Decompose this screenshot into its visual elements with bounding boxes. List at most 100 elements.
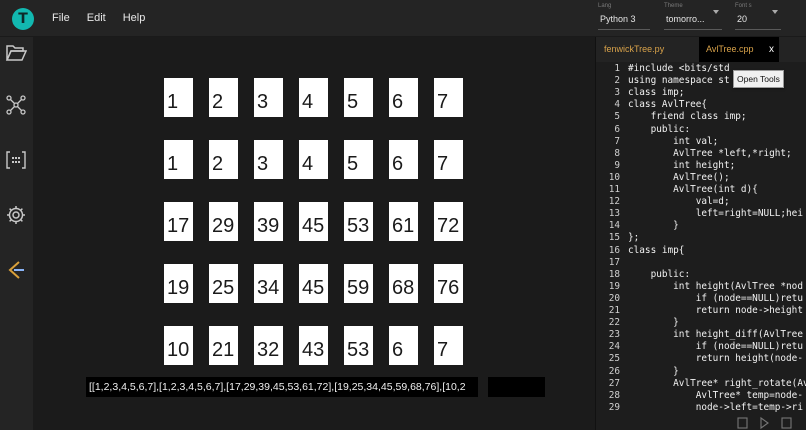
code-text: } — [628, 220, 679, 232]
code-line[interactable]: 9 int height; — [596, 160, 806, 172]
menu-help[interactable]: Help — [123, 12, 146, 24]
line-number: 11 — [608, 184, 620, 195]
line-number: 28 — [608, 389, 620, 401]
line-number: 21 — [608, 305, 620, 316]
code-line[interactable]: 13 left=right=NULL;hei — [596, 208, 806, 220]
array-brackets-icon[interactable] — [5, 149, 27, 171]
code-line[interactable]: 24 if (node==NULL)retu — [596, 341, 806, 353]
code-line[interactable]: 8 AvlTree *left,*right; — [596, 148, 806, 160]
code-line[interactable]: 16 class imp{ — [596, 245, 806, 257]
code-line[interactable]: 23 int height_diff(AvlTree — [596, 329, 806, 341]
code-line[interactable]: 22 } — [596, 317, 806, 329]
code-line[interactable]: 11 AvlTree(int d){ — [596, 184, 806, 196]
language-select[interactable]: Lang Python 3 — [598, 3, 650, 31]
stop-icon[interactable] — [781, 417, 792, 429]
theme-select[interactable]: Theme tomorro... — [664, 3, 722, 31]
line-number: 14 — [608, 220, 620, 232]
code-text: public: — [628, 123, 691, 135]
code-line[interactable]: 28 AvlTree* temp=node- — [596, 390, 806, 402]
array-cell: 45 — [299, 264, 328, 303]
code-text: return height(node- — [628, 353, 803, 365]
code-line[interactable]: 20 if (node==NULL)retu — [596, 293, 806, 305]
line-number: 15 — [608, 232, 620, 244]
graph-nodes-icon[interactable] — [5, 94, 27, 116]
code-line[interactable]: 12 val=d; — [596, 196, 806, 208]
code-line[interactable]: 18 public: — [596, 269, 806, 281]
code-line[interactable]: 27 AvlTree* right_rotate(Av — [596, 378, 806, 390]
code-line[interactable]: 21 return node->height — [596, 305, 806, 317]
code-line[interactable]: 10 AvlTree(); — [596, 172, 806, 184]
code-line[interactable]: 17 — [596, 257, 806, 269]
chevron-down-icon[interactable] — [713, 10, 719, 14]
tab-fenwicktree[interactable]: fenwickTree.py — [604, 37, 694, 62]
code-line[interactable]: 5 friend class imp; — [596, 111, 806, 123]
code-line[interactable]: 29 node->left=temp->ri — [596, 402, 806, 414]
line-number: 26 — [608, 365, 620, 377]
array-cell: 53 — [344, 202, 373, 241]
line-number: 8 — [614, 147, 620, 159]
language-select-label: Lang — [598, 3, 612, 9]
code-line[interactable]: 26 } — [596, 366, 806, 378]
array-cell: 19 — [164, 264, 193, 303]
leetcode-icon[interactable] — [5, 259, 27, 281]
array-cell: 32 — [254, 326, 283, 365]
code-editor-panel: fenwickTree.py AvlTree.cpp x 1 #include <… — [595, 37, 806, 430]
editor-tabs: fenwickTree.py AvlTree.cpp x — [596, 37, 806, 62]
code-text: class imp; — [628, 87, 685, 99]
folder-open-icon[interactable] — [5, 41, 27, 63]
line-number: 9 — [614, 159, 620, 171]
line-number: 18 — [608, 268, 620, 280]
language-select-value[interactable]: Python 3 — [598, 10, 650, 30]
array-cell: 7 — [434, 78, 463, 117]
code-area[interactable]: 1 #include <bits/std 2 using namespace st 3 c… — [596, 63, 806, 417]
tab-avltree[interactable]: AvlTree.cpp — [699, 37, 779, 62]
code-line[interactable]: 6 public: — [596, 124, 806, 136]
code-line[interactable]: 14 } — [596, 220, 806, 232]
array-cell: 6 — [389, 140, 418, 179]
array-cell: 1 — [164, 78, 193, 117]
menu-edit[interactable]: Edit — [87, 12, 106, 24]
array-cell: 72 — [434, 202, 463, 241]
array-cell: 4 — [299, 140, 328, 179]
close-tab-icon[interactable]: x — [769, 37, 774, 62]
array-cell: 5 — [344, 78, 373, 117]
code-text: int height_diff(AvlTree — [628, 329, 803, 341]
menu-file[interactable]: File — [52, 12, 70, 24]
code-text: } — [628, 365, 679, 377]
font-size-select[interactable]: Font s 20 — [735, 3, 781, 31]
code-line[interactable]: 3 class imp; — [596, 87, 806, 99]
code-text: }; — [628, 232, 640, 244]
font-size-select-label: Font s — [735, 3, 752, 9]
code-text: AvlTree* temp=node- — [628, 389, 803, 401]
code-line[interactable]: 15}; — [596, 232, 806, 244]
array-cell: 2 — [209, 140, 238, 179]
array-cell: 34 — [254, 264, 283, 303]
code-text: int val; — [628, 135, 719, 147]
array-cell: 6 — [389, 326, 418, 365]
line-number: 24 — [608, 341, 620, 353]
chevron-down-icon[interactable] — [772, 10, 778, 14]
array-cell: 3 — [254, 140, 283, 179]
code-line[interactable]: 4 class AvlTree{ — [596, 99, 806, 111]
code-text: AvlTree(int d){ — [628, 184, 758, 195]
code-text: class AvlTree{ — [628, 99, 708, 111]
run-icon[interactable] — [760, 416, 769, 430]
code-text: public: — [628, 268, 691, 280]
save-icon[interactable] — [737, 417, 748, 429]
array-cell: 6 — [389, 78, 418, 117]
line-number: 3 — [614, 87, 620, 99]
gear-icon[interactable] — [5, 204, 27, 226]
menu-bar: File Edit Help — [52, 0, 162, 36]
line-number: 19 — [608, 280, 620, 292]
line-number: 25 — [608, 353, 620, 365]
array-cell: 7 — [434, 326, 463, 365]
code-line[interactable]: 25 return height(node- — [596, 353, 806, 365]
line-number: 17 — [608, 256, 620, 268]
array-cell: 61 — [389, 202, 418, 241]
code-text: #include <bits/std — [628, 63, 730, 74]
line-number: 29 — [608, 401, 620, 413]
code-line[interactable]: 7 int val; — [596, 136, 806, 148]
theme-select-label: Theme — [664, 3, 683, 9]
code-line[interactable]: 19 int height(AvlTree *nod — [596, 281, 806, 293]
array-cell: 76 — [434, 264, 463, 303]
